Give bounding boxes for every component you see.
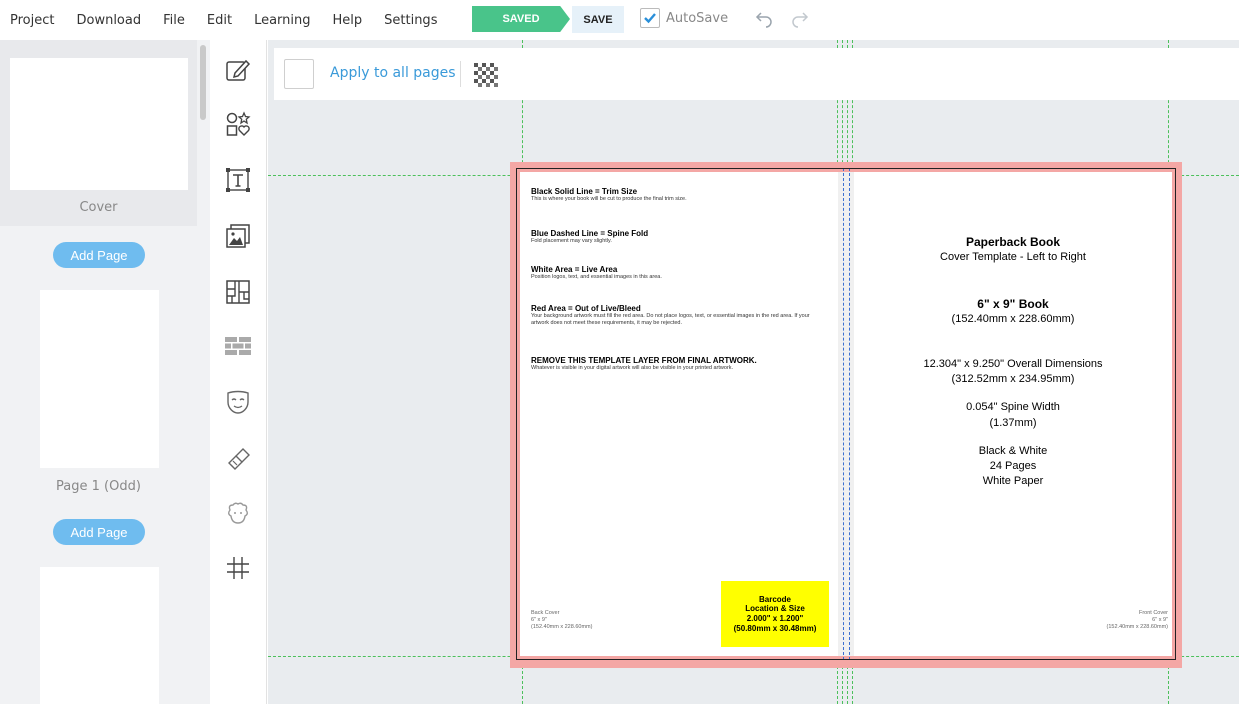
front-title: Paperback Book xyxy=(965,235,1061,249)
text-icon xyxy=(226,168,250,192)
tools-sidebar xyxy=(210,40,267,704)
redo-icon[interactable] xyxy=(790,8,810,28)
checkmark-icon xyxy=(644,13,656,24)
front-cover-size: 6" x 9" xyxy=(1152,617,1168,624)
menu-help[interactable]: Help xyxy=(333,13,363,28)
barcode-line-3: 2.000" x 1.200" xyxy=(746,614,804,623)
back-section-spine: Blue Dashed Line = Spine Fold Fold place… xyxy=(531,229,821,245)
front-book-size: 6" x 9" Book xyxy=(977,297,1049,311)
add-page-button[interactable]: Add Page xyxy=(53,242,145,268)
autosave-toggle[interactable]: AutoSave xyxy=(640,8,728,28)
cover-thumbnail[interactable] xyxy=(10,58,188,190)
grid-icon xyxy=(227,557,249,579)
text-tool[interactable] xyxy=(224,166,252,194)
save-button[interactable]: SAVE xyxy=(572,6,624,33)
top-menu-bar: Project Download File Edit Learning Help… xyxy=(0,0,1239,40)
pattern-icon xyxy=(225,337,251,355)
back-cover-size: 6" x 9" xyxy=(531,617,547,624)
back-heading-trim: Black Solid Line = Trim Size xyxy=(531,187,638,196)
front-cover-size-mm: (152.40mm x 228.60mm) xyxy=(1106,624,1168,631)
image-tool[interactable] xyxy=(224,222,252,250)
barcode-line-4: (50.80mm x 30.48mm) xyxy=(733,623,817,633)
page-1-thumbnail[interactable] xyxy=(40,290,159,468)
canvas-workspace[interactable]: Black Solid Line = Trim Size This is whe… xyxy=(268,40,1239,704)
back-heading-remove: REMOVE THIS TEMPLATE LAYER FROM FINAL AR… xyxy=(531,356,757,365)
back-cover-title: Back Cover xyxy=(531,610,560,616)
back-heading-bleed: Red Area = Out of Live/Bleed xyxy=(531,304,641,313)
front-subtitle: Cover Template - Left to Right xyxy=(940,251,1086,263)
back-body-remove: Whatever is visible in your digital artw… xyxy=(531,365,734,371)
layout-tool[interactable] xyxy=(224,278,252,306)
toolbar-divider xyxy=(460,61,461,87)
mask-icon xyxy=(227,390,249,414)
apply-to-all-bar: Apply to all pages xyxy=(274,48,1239,100)
back-body-live: Position logos, text, and essential imag… xyxy=(531,274,662,280)
front-overall-dimensions: 12.304" x 9.250" Overall Dimensions xyxy=(923,358,1103,370)
layout-icon xyxy=(226,280,250,304)
menu-project[interactable]: Project xyxy=(10,13,54,28)
page-1-label: Page 1 (Odd) xyxy=(56,479,141,494)
sheep-icon xyxy=(228,502,248,524)
barcode-area: Barcode Location & Size 2.000" x 1.200" … xyxy=(721,581,829,647)
back-section-live: White Area = Live Area Position logos, t… xyxy=(531,265,821,281)
back-cover-size-mm: (152.40mm x 228.60mm) xyxy=(531,624,593,631)
front-spine-width-mm: (1.37mm) xyxy=(989,417,1037,429)
mask-tool[interactable] xyxy=(224,388,252,416)
back-heading-live: White Area = Live Area xyxy=(531,265,618,274)
barcode-line-1: Barcode xyxy=(758,594,791,604)
brush-tool[interactable] xyxy=(224,446,252,474)
back-section-trim: Black Solid Line = Trim Size This is whe… xyxy=(531,187,821,203)
front-paper: White Paper xyxy=(982,475,1044,487)
autosave-label: AutoSave xyxy=(666,10,729,26)
autosave-checkbox[interactable] xyxy=(640,8,660,28)
pages-scrollbar[interactable] xyxy=(200,45,206,120)
front-overall-dimensions-mm: (312.52mm x 234.95mm) xyxy=(951,373,1075,385)
back-cover-label: Back Cover 6" x 9" (152.40mm x 228.60mm) xyxy=(531,610,592,631)
transparency-icon[interactable] xyxy=(474,63,498,87)
apply-to-all-checkbox[interactable] xyxy=(284,59,314,89)
undo-icon[interactable] xyxy=(754,8,774,28)
edit-tool[interactable] xyxy=(224,56,252,84)
image-icon xyxy=(226,224,250,248)
apply-to-all-label[interactable]: Apply to all pages xyxy=(330,65,456,81)
back-body-bleed: Your background artwork must fill the re… xyxy=(531,313,810,326)
shapes-tool[interactable] xyxy=(224,110,252,138)
sheep-tool[interactable] xyxy=(224,500,252,528)
barcode-line-2: Location & Size xyxy=(745,604,805,614)
pattern-tool[interactable] xyxy=(224,332,252,360)
front-cover-title: Front Cover xyxy=(1138,610,1168,616)
front-spine-width: 0.054" Spine Width xyxy=(966,401,1060,413)
pages-panel: Cover Add Page Page 1 (Odd) Add Page xyxy=(0,40,210,704)
menu-file[interactable]: File xyxy=(163,13,185,28)
menu-edit[interactable]: Edit xyxy=(207,13,232,28)
page-2-thumbnail[interactable] xyxy=(40,567,159,704)
back-body-trim: This is where your book will be cut to p… xyxy=(531,196,687,202)
brush-icon xyxy=(228,448,250,470)
page-item-cover[interactable]: Cover xyxy=(0,40,197,226)
add-page-button[interactable]: Add Page xyxy=(53,519,145,545)
shapes-icon xyxy=(226,111,251,136)
front-book-size-mm: (152.40mm x 228.60mm) xyxy=(951,313,1075,325)
menu-settings[interactable]: Settings xyxy=(384,13,437,28)
cover-label: Cover xyxy=(79,200,118,215)
back-section-bleed: Red Area = Out of Live/Bleed Your backgr… xyxy=(531,304,821,327)
back-body-spine: Fold placement may vary slightly. xyxy=(531,238,612,244)
menu-learning[interactable]: Learning xyxy=(254,13,310,28)
menu-download[interactable]: Download xyxy=(76,13,141,28)
edit-icon xyxy=(226,59,251,81)
back-heading-spine: Blue Dashed Line = Spine Fold xyxy=(531,229,649,238)
front-page-count: 24 Pages xyxy=(989,460,1037,472)
saved-status-badge: SAVED xyxy=(472,6,570,32)
front-color: Black & White xyxy=(978,445,1048,457)
back-section-remove: REMOVE THIS TEMPLATE LAYER FROM FINAL AR… xyxy=(531,356,821,372)
grid-tool[interactable] xyxy=(224,554,252,582)
front-cover-label: Front Cover 6" x 9" (152.40mm x 228.60mm… xyxy=(1048,610,1168,631)
